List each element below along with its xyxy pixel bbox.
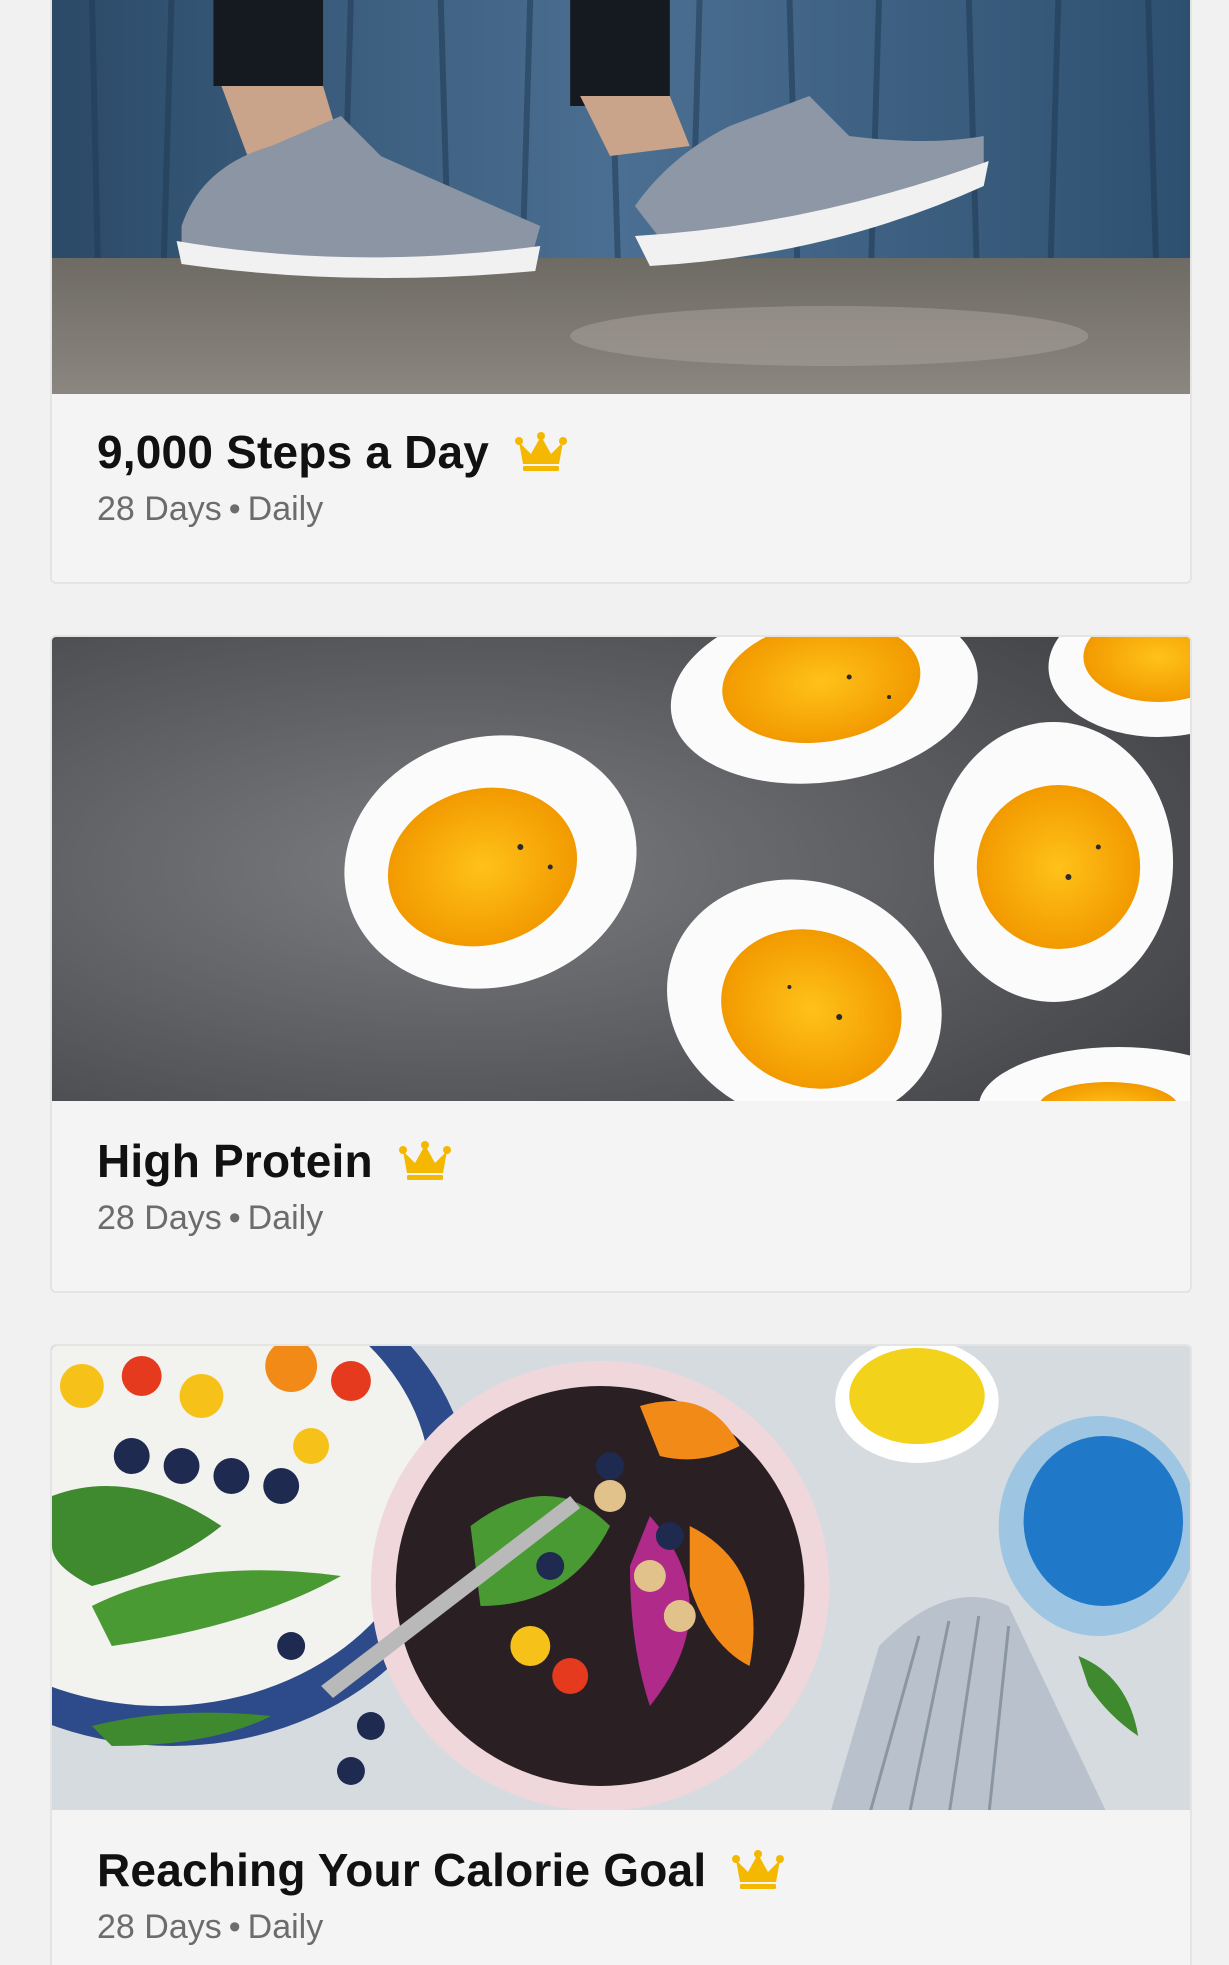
challenge-frequency: Daily — [247, 1199, 324, 1237]
challenge-duration: 28 Days — [97, 1199, 222, 1237]
challenge-card-steps[interactable]: 9,000 Steps a Day 28 Days • Daily — [50, 0, 1192, 584]
challenge-duration: 28 Days — [97, 490, 222, 528]
meta-separator: • — [228, 1199, 241, 1237]
challenge-meta: 28 Days • Daily — [97, 490, 1190, 529]
crown-icon — [515, 432, 568, 472]
challenge-meta: 28 Days • Daily — [97, 1199, 1190, 1238]
meta-separator: • — [228, 1908, 241, 1946]
challenge-frequency: Daily — [247, 490, 324, 528]
challenge-feed: 9,000 Steps a Day 28 Days • Daily High P… — [0, 0, 1229, 1965]
challenge-title: High Protein — [97, 1135, 373, 1187]
crown-icon — [398, 1141, 451, 1181]
challenge-card-calorie-goal[interactable]: Reaching Your Calorie Goal 28 Days • Daily — [50, 1344, 1192, 1965]
walking-sneakers-image — [52, 0, 1190, 394]
crown-icon — [732, 1850, 785, 1890]
challenge-frequency: Daily — [247, 1908, 324, 1946]
salad-bowl-image — [52, 1346, 1190, 1810]
challenge-duration: 28 Days — [97, 1908, 222, 1946]
boiled-eggs-image — [52, 637, 1190, 1101]
challenge-card-protein[interactable]: High Protein 28 Days • Daily — [50, 635, 1192, 1293]
challenge-title: Reaching Your Calorie Goal — [97, 1844, 707, 1896]
meta-separator: • — [228, 490, 241, 528]
challenge-meta: 28 Days • Daily — [97, 1908, 1190, 1947]
challenge-title: 9,000 Steps a Day — [97, 426, 490, 478]
